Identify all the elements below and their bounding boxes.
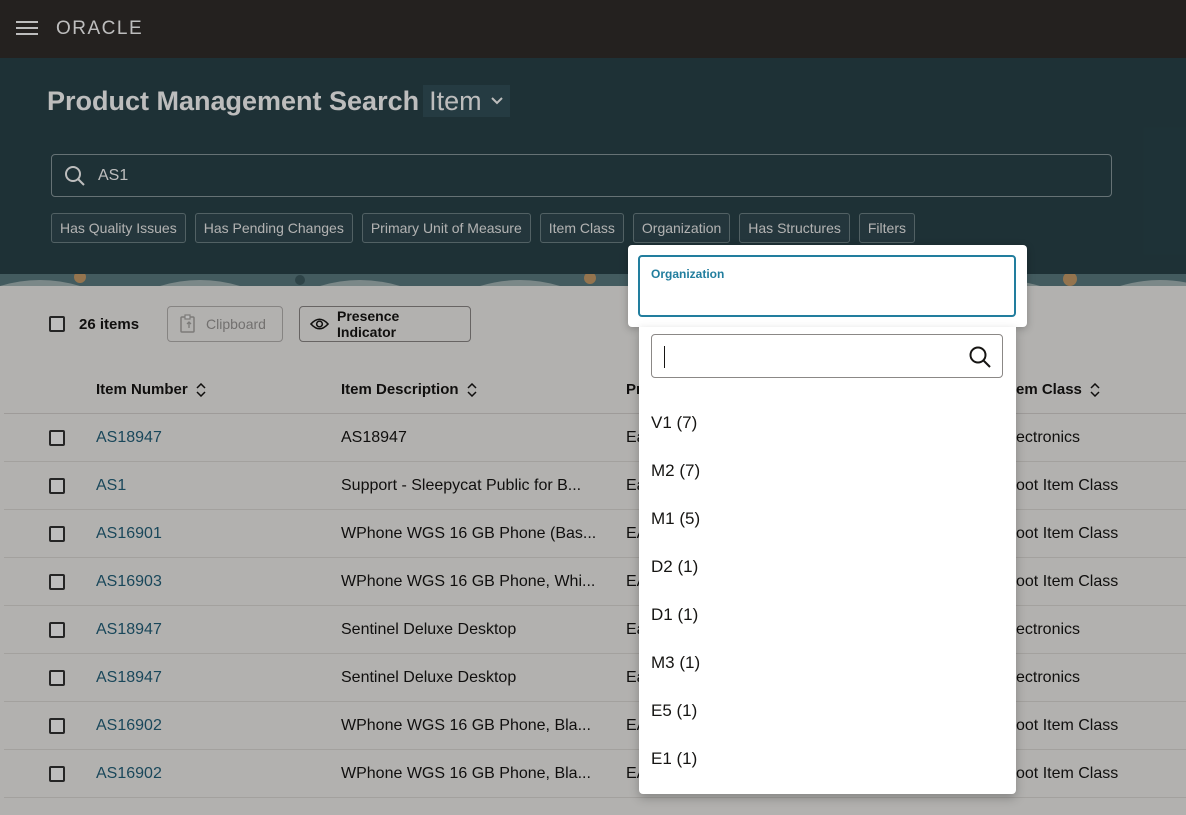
- filter-chip[interactable]: Has Quality Issues: [51, 213, 186, 243]
- row-checkbox[interactable]: [49, 622, 65, 638]
- filter-chip[interactable]: Filters: [858, 213, 915, 243]
- organization-dropdown: V1 (7) M2 (7) M1 (5) D2 (1) D1 (1) M3 (1) E5 (…: [639, 327, 1016, 794]
- organization-option[interactable]: E5 (1): [651, 701, 697, 721]
- row-checkbox[interactable]: [49, 574, 65, 590]
- item-class: oot Item Class: [1016, 765, 1119, 782]
- item-description: Support - Sleepycat Public for B...: [341, 477, 582, 494]
- clipboard-label: Clipboard: [206, 316, 266, 332]
- presence-indicator-button[interactable]: Presence Indicator: [299, 306, 471, 342]
- clipboard-icon: [180, 314, 195, 333]
- row-checkbox[interactable]: [49, 526, 65, 542]
- organization-option[interactable]: M1 (5): [651, 509, 700, 529]
- column-header-item-number[interactable]: Item Number: [96, 381, 206, 398]
- menu-icon[interactable]: [16, 19, 38, 37]
- organization-field-label: Organization: [651, 267, 725, 281]
- item-class: oot Item Class: [1016, 573, 1119, 590]
- row-checkbox[interactable]: [49, 718, 65, 734]
- item-description: Sentinel Deluxe Desktop: [341, 669, 517, 686]
- row-checkbox[interactable]: [49, 670, 65, 686]
- item-number-link[interactable]: AS16903: [96, 573, 162, 591]
- column-header-item-description[interactable]: Item Description: [341, 381, 477, 398]
- chevron-down-icon: [490, 97, 503, 105]
- result-count: 26 items: [79, 316, 140, 333]
- item-class: oot Item Class: [1016, 525, 1119, 542]
- filter-chip[interactable]: Organization: [632, 213, 731, 243]
- item-class: ectronics: [1016, 429, 1081, 446]
- item-description: WPhone WGS 16 GB Phone, Bla...: [341, 717, 591, 734]
- oracle-logo[interactable]: ORACLE: [56, 18, 143, 40]
- item-number-link[interactable]: AS16901: [96, 525, 162, 543]
- filter-chips: Has Quality Issues Has Pending Changes Pri…: [51, 213, 915, 243]
- filter-chip[interactable]: Has Pending Changes: [194, 213, 353, 243]
- top-bar: ORACLE: [0, 0, 1186, 58]
- search-icon[interactable]: [968, 345, 992, 369]
- sort-icon: [1090, 382, 1100, 397]
- row-checkbox[interactable]: [49, 766, 65, 782]
- item-class: oot Item Class: [1016, 717, 1119, 734]
- page-title: Product Management Search: [47, 85, 420, 116]
- item-description: WPhone WGS 16 GB Phone, Whi...: [341, 573, 596, 590]
- organization-option[interactable]: M3 (1): [651, 653, 700, 673]
- search-type-value: Item: [429, 85, 482, 116]
- row-checkbox[interactable]: [49, 430, 65, 446]
- item-number-link[interactable]: AS16902: [96, 765, 162, 783]
- item-description: WPhone WGS 16 GB Phone (Bas...: [341, 525, 597, 542]
- item-description: AS18947: [341, 429, 407, 446]
- column-header-item-class[interactable]: em Class: [1016, 381, 1100, 398]
- sort-icon: [467, 382, 477, 397]
- item-number-link[interactable]: AS18947: [96, 429, 162, 447]
- row-checkbox[interactable]: [49, 478, 65, 494]
- presence-indicator-label: Presence Indicator: [337, 308, 400, 340]
- search-input[interactable]: [98, 166, 998, 185]
- organization-filter-popup: Organization: [628, 245, 1027, 327]
- item-number-link[interactable]: AS18947: [96, 621, 162, 639]
- search-icon: [65, 165, 85, 186]
- organization-option[interactable]: M2 (7): [651, 461, 700, 481]
- text-cursor: [664, 346, 665, 368]
- organization-option[interactable]: V1 (7): [651, 413, 697, 433]
- sort-icon: [196, 382, 206, 397]
- eye-icon: [310, 318, 329, 330]
- filter-chip[interactable]: Primary Unit of Measure: [361, 213, 531, 243]
- search-type-select[interactable]: Item: [423, 85, 510, 117]
- item-number-link[interactable]: AS1: [96, 477, 126, 495]
- organization-option[interactable]: D1 (1): [651, 605, 698, 625]
- item-class: oot Item Class: [1016, 477, 1119, 494]
- select-all-checkbox[interactable]: [49, 316, 65, 332]
- filter-chip[interactable]: Item Class: [539, 213, 624, 243]
- item-class: ectronics: [1016, 669, 1081, 686]
- organization-field[interactable]: Organization: [638, 255, 1016, 317]
- filter-chip[interactable]: Has Structures: [739, 213, 850, 243]
- organization-option[interactable]: E1 (1): [651, 749, 697, 769]
- clipboard-button[interactable]: Clipboard: [167, 306, 283, 342]
- item-description: WPhone WGS 16 GB Phone, Bla...: [341, 765, 591, 782]
- item-number-link[interactable]: AS18947: [96, 669, 162, 687]
- organization-option[interactable]: D2 (1): [651, 557, 698, 577]
- item-number-link[interactable]: AS16902: [96, 717, 162, 735]
- search-field[interactable]: [51, 154, 1112, 197]
- item-description: Sentinel Deluxe Desktop: [341, 621, 517, 638]
- item-class: ectronics: [1016, 621, 1081, 638]
- organization-search-input[interactable]: [651, 334, 1003, 378]
